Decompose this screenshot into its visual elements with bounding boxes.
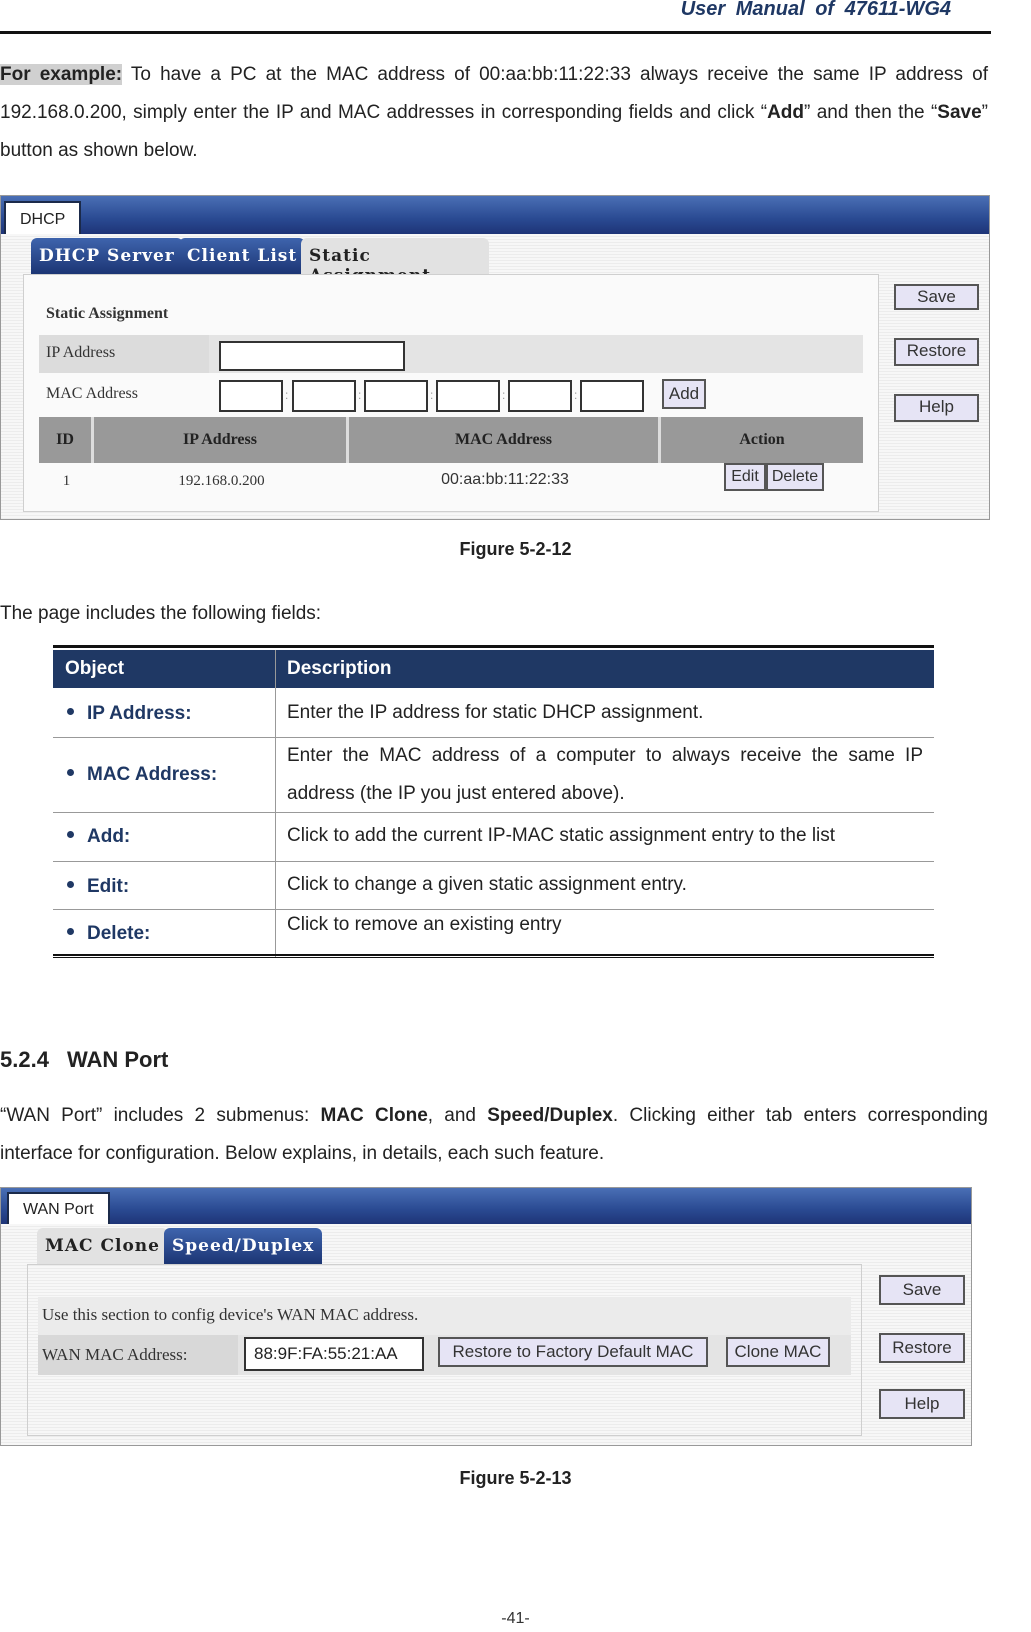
delete-button[interactable]: Delete — [766, 463, 824, 491]
restore-default-mac-button[interactable]: Restore to Factory Default MAC — [438, 1337, 708, 1367]
assignment-table-header: ID IP Address MAC Address Action — [39, 417, 863, 463]
bullet-icon — [67, 708, 74, 716]
wan-port-screenshot: WAN Port MAC Clone Speed/Duplex Use this… — [0, 1187, 972, 1446]
row-ip: 192.168.0.200 — [178, 473, 265, 489]
restore-button[interactable]: Restore — [879, 1333, 965, 1363]
row-mac: 00:aa:bb:11:22:33 — [441, 471, 569, 488]
window-tab-dhcp[interactable]: DHCP — [4, 201, 82, 237]
fields-intro: The page includes the following fields: — [0, 603, 322, 624]
bullet-icon — [67, 831, 74, 839]
window-title-bar — [1, 1188, 971, 1224]
mac-octet-1-input[interactable] — [219, 380, 283, 412]
bullet-icon — [67, 769, 74, 777]
window-tab-wan-port[interactable]: WAN Port — [7, 1192, 110, 1226]
clone-mac-button[interactable]: Clone MAC — [726, 1337, 830, 1367]
static-assignment-panel: Static Assignment IP Address MAC Address… — [23, 274, 879, 512]
tab-speed-duplex[interactable]: Speed/Duplex — [164, 1228, 323, 1264]
manual-title: User Manual of 47611-WG4 — [680, 0, 951, 20]
example-label: For example: — [0, 64, 123, 85]
row-id: 1 — [62, 473, 71, 489]
dhcp-screenshot: DHCP DHCP Server Client List Static Assi… — [0, 195, 990, 520]
bullet-icon — [67, 881, 74, 889]
add-button[interactable]: Add — [662, 379, 706, 409]
bullet-icon — [67, 928, 74, 936]
ip-address-input[interactable] — [219, 341, 405, 371]
tab-static-assignment[interactable]: Static Assignment — [301, 238, 489, 286]
tab-dhcp-server[interactable]: DHCP Server — [31, 238, 183, 274]
figure-caption-1: Figure 5-2-12 — [459, 539, 572, 559]
header-description: Description — [287, 658, 392, 679]
ip-address-label: IP Address — [46, 344, 116, 361]
column-header-ip: IP Address — [94, 417, 349, 463]
window-title-bar — [1, 196, 989, 234]
mac-octet-2-input[interactable] — [292, 380, 356, 412]
wan-mac-description: Use this section to config device's WAN … — [42, 1305, 419, 1324]
header-object: Object — [65, 658, 125, 679]
column-header-action: Action — [739, 431, 785, 448]
save-button[interactable]: Save — [879, 1275, 965, 1305]
intro-paragraph: For example: To have a PC at the MAC add… — [0, 64, 988, 161]
mac-octet-6-input[interactable] — [580, 380, 644, 412]
page-header: User Manual of 47611-WG4 — [0, 0, 991, 34]
tab-client-list[interactable]: Client List — [179, 238, 306, 274]
section-title: Static Assignment — [46, 305, 169, 322]
wan-mac-input[interactable] — [244, 1337, 424, 1371]
mac-octet-3-input[interactable] — [364, 380, 428, 412]
mac-octet-4-input[interactable] — [436, 380, 500, 412]
section-heading: 5.2.4 WAN Port — [0, 1047, 169, 1072]
restore-button[interactable]: Restore — [894, 338, 979, 366]
mac-address-label: MAC Address — [46, 385, 139, 402]
fields-table-header: Object Description — [53, 650, 934, 688]
section-paragraph: “WAN Port” includes 2 submenus: MAC Clon… — [0, 1105, 988, 1164]
edit-button[interactable]: Edit — [724, 463, 766, 491]
save-button[interactable]: Save — [894, 284, 979, 310]
help-button[interactable]: Help — [879, 1389, 965, 1419]
figure-caption-2: Figure 5-2-13 — [459, 1468, 572, 1488]
wan-mac-panel: Use this section to config device's WAN … — [27, 1264, 862, 1436]
page-number: -41- — [501, 1610, 530, 1627]
column-header-id: ID — [39, 417, 94, 463]
mac-octet-5-input[interactable] — [508, 380, 572, 412]
help-button[interactable]: Help — [894, 394, 979, 422]
wan-mac-label: WAN MAC Address: — [42, 1345, 188, 1364]
tab-mac-clone[interactable]: MAC Clone — [37, 1228, 168, 1264]
column-header-mac: MAC Address — [349, 417, 661, 463]
